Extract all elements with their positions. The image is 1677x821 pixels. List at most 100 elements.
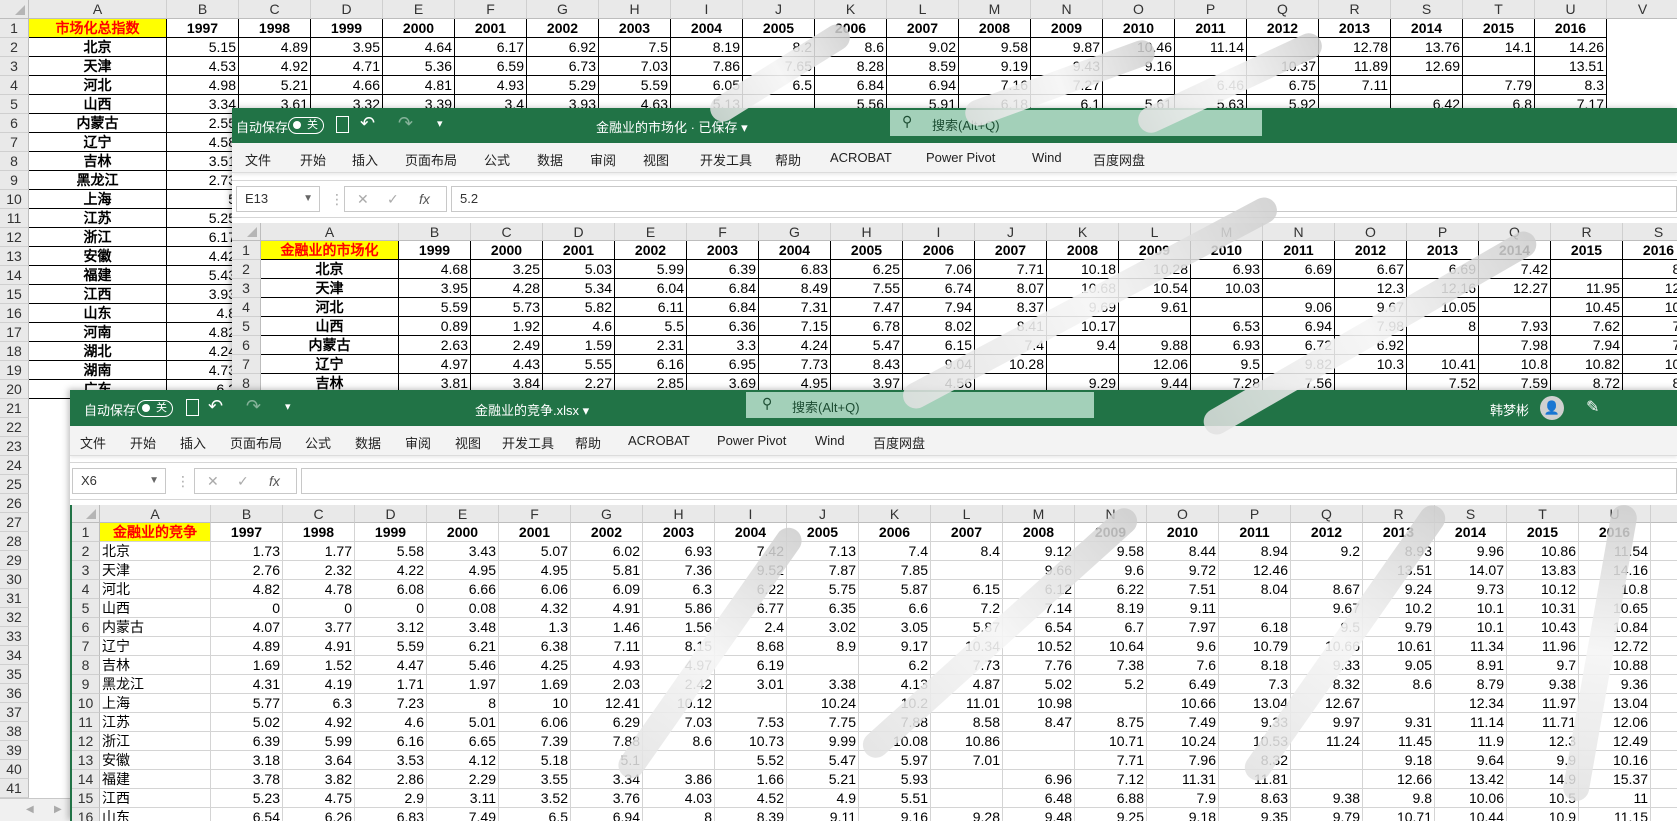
value-cell[interactable]: 9.48 [1003,808,1075,821]
value-cell[interactable]: 6.35 [787,599,859,618]
value-cell[interactable]: 7.59 [1479,374,1551,390]
value-cell[interactable]: 10.08 [859,732,931,751]
value-cell[interactable]: 6.2 [859,656,931,675]
value-cell[interactable]: 4.28 [471,279,543,298]
value-cell[interactable]: 4.95 [427,561,499,580]
value-cell[interactable] [1607,38,1677,57]
value-cell[interactable]: 9.11 [1147,599,1219,618]
value-cell[interactable]: 9.5 [1191,355,1263,374]
value-cell[interactable]: 9.02 [887,38,959,57]
column-header-U[interactable]: U [1535,0,1607,19]
value-cell[interactable]: 9.44 [1119,374,1191,390]
year-header-cell[interactable]: 2011 [1263,241,1335,260]
value-cell[interactable]: 4.24 [167,342,239,361]
ribbon-tab-2[interactable]: 插入 [180,433,206,452]
value-cell[interactable]: 9.69 [1047,298,1119,317]
value-cell[interactable]: 9.43 [1031,57,1103,76]
value-cell[interactable]: 2.85 [615,374,687,390]
value-cell[interactable]: 6.84 [687,298,759,317]
value-cell[interactable]: 12.67 [1291,694,1363,713]
value-cell[interactable]: 9.17 [859,637,931,656]
value-cell[interactable]: 10.98 [1003,694,1075,713]
redo-icon[interactable]: ↷ [246,396,261,417]
value-cell[interactable]: 9.6 [1075,561,1147,580]
value-cell[interactable]: 10.9 [1507,808,1579,821]
value-cell[interactable]: 0.08 [427,599,499,618]
column-header-F[interactable]: F [687,223,759,241]
year-header-cell[interactable]: 2004 [671,19,743,38]
value-cell[interactable]: 9.52 [715,561,787,580]
value-cell[interactable] [1119,317,1191,336]
value-cell[interactable]: 7.88 [859,713,931,732]
region-label-cell[interactable]: 福建 [29,266,167,285]
value-cell[interactable]: 1.71 [355,675,427,694]
value-cell[interactable]: 7.9 [1147,789,1219,808]
value-cell[interactable]: 5.86 [643,599,715,618]
value-cell[interactable]: 10.05 [1407,298,1479,317]
value-cell[interactable]: 10.88 [1579,656,1651,675]
value-cell[interactable]: 10.1 [1435,618,1507,637]
value-cell[interactable]: 4.92 [239,57,311,76]
ribbon-tab-3[interactable]: 页面布局 [405,150,457,169]
value-cell[interactable]: 0.89 [399,317,471,336]
value-cell[interactable]: 9.19 [959,57,1031,76]
region-label-cell[interactable]: 浙江 [29,228,167,247]
value-cell[interactable]: 2.55 [167,114,239,133]
ribbon-tab-5[interactable]: 数据 [537,150,563,169]
row-header-2[interactable]: 2 [72,542,100,561]
value-cell[interactable]: 10.8 [1579,580,1651,599]
value-cell[interactable] [1291,751,1363,770]
row-header-13[interactable]: 13 [0,247,29,266]
year-header-cell[interactable]: 2016 [1535,19,1607,38]
spreadsheet-grid[interactable]: A B C D E F G H I J K L M N O P Q R S 1 金融业的市场化 1999 2000 2001 2… [232,223,1677,390]
value-cell[interactable] [1247,38,1319,57]
ribbon-tab-0[interactable]: 文件 [245,150,271,169]
value-cell[interactable] [1291,561,1363,580]
row-header-29[interactable]: 29 [0,551,29,570]
value-cell[interactable]: 6.29 [571,713,643,732]
title-cell[interactable]: 金融业的竞争 [100,523,211,542]
region-label-cell[interactable]: 内蒙古 [29,114,167,133]
column-header-S[interactable]: S [1435,505,1507,523]
value-cell[interactable] [931,561,1003,580]
value-cell[interactable]: 6.6 [859,599,931,618]
region-label-cell[interactable]: 辽宁 [261,355,399,374]
value-cell[interactable]: 10.86 [1507,542,1579,561]
value-cell[interactable]: 8.91 [1435,656,1507,675]
region-label-cell[interactable]: 内蒙古 [261,336,399,355]
name-box[interactable]: E13 ▼ [236,186,320,212]
value-cell[interactable] [1651,599,1677,618]
value-cell[interactable]: 4.13 [859,675,931,694]
column-header-D[interactable]: D [543,223,615,241]
value-cell[interactable]: 11.97 [1507,694,1579,713]
value-cell[interactable]: 3.82 [283,770,355,789]
value-cell[interactable]: 4.32 [499,599,571,618]
value-cell[interactable]: 10.61 [1363,637,1435,656]
value-cell[interactable]: 10.46 [1103,38,1175,57]
value-cell[interactable]: 7.03 [643,713,715,732]
row-header-2[interactable]: 2 [0,38,29,57]
region-label-cell[interactable]: 上海 [29,190,167,209]
value-cell[interactable]: 10.8 [1479,355,1551,374]
ribbon-tab-13[interactable]: 百度网盘 [1093,150,1145,169]
value-cell[interactable]: 12.6 [1623,279,1677,298]
value-cell[interactable]: 9.61 [1119,298,1191,317]
row-header-32[interactable]: 32 [0,608,29,627]
value-cell[interactable]: 5.02 [211,713,283,732]
value-cell[interactable]: 6.83 [759,260,831,279]
value-cell[interactable]: 6.18 [1219,618,1291,637]
search-box[interactable]: ⚲ 搜索(Alt+Q) [890,110,1262,136]
row-header-16[interactable]: 16 [0,304,29,323]
value-cell[interactable]: 2.49 [471,336,543,355]
year-header-cell[interactable]: 2003 [687,241,759,260]
row-header-27[interactable]: 27 [0,513,29,532]
value-cell[interactable]: 2.32 [283,561,355,580]
value-cell[interactable]: 1.77 [283,542,355,561]
value-cell[interactable] [1551,260,1623,279]
row-header-4[interactable]: 4 [72,580,100,599]
value-cell[interactable]: 8.67 [1291,580,1363,599]
value-cell[interactable]: 11.14 [1435,713,1507,732]
value-cell[interactable]: 6.3 [643,580,715,599]
value-cell[interactable]: 9.97 [1291,713,1363,732]
value-cell[interactable]: 5.75 [787,580,859,599]
